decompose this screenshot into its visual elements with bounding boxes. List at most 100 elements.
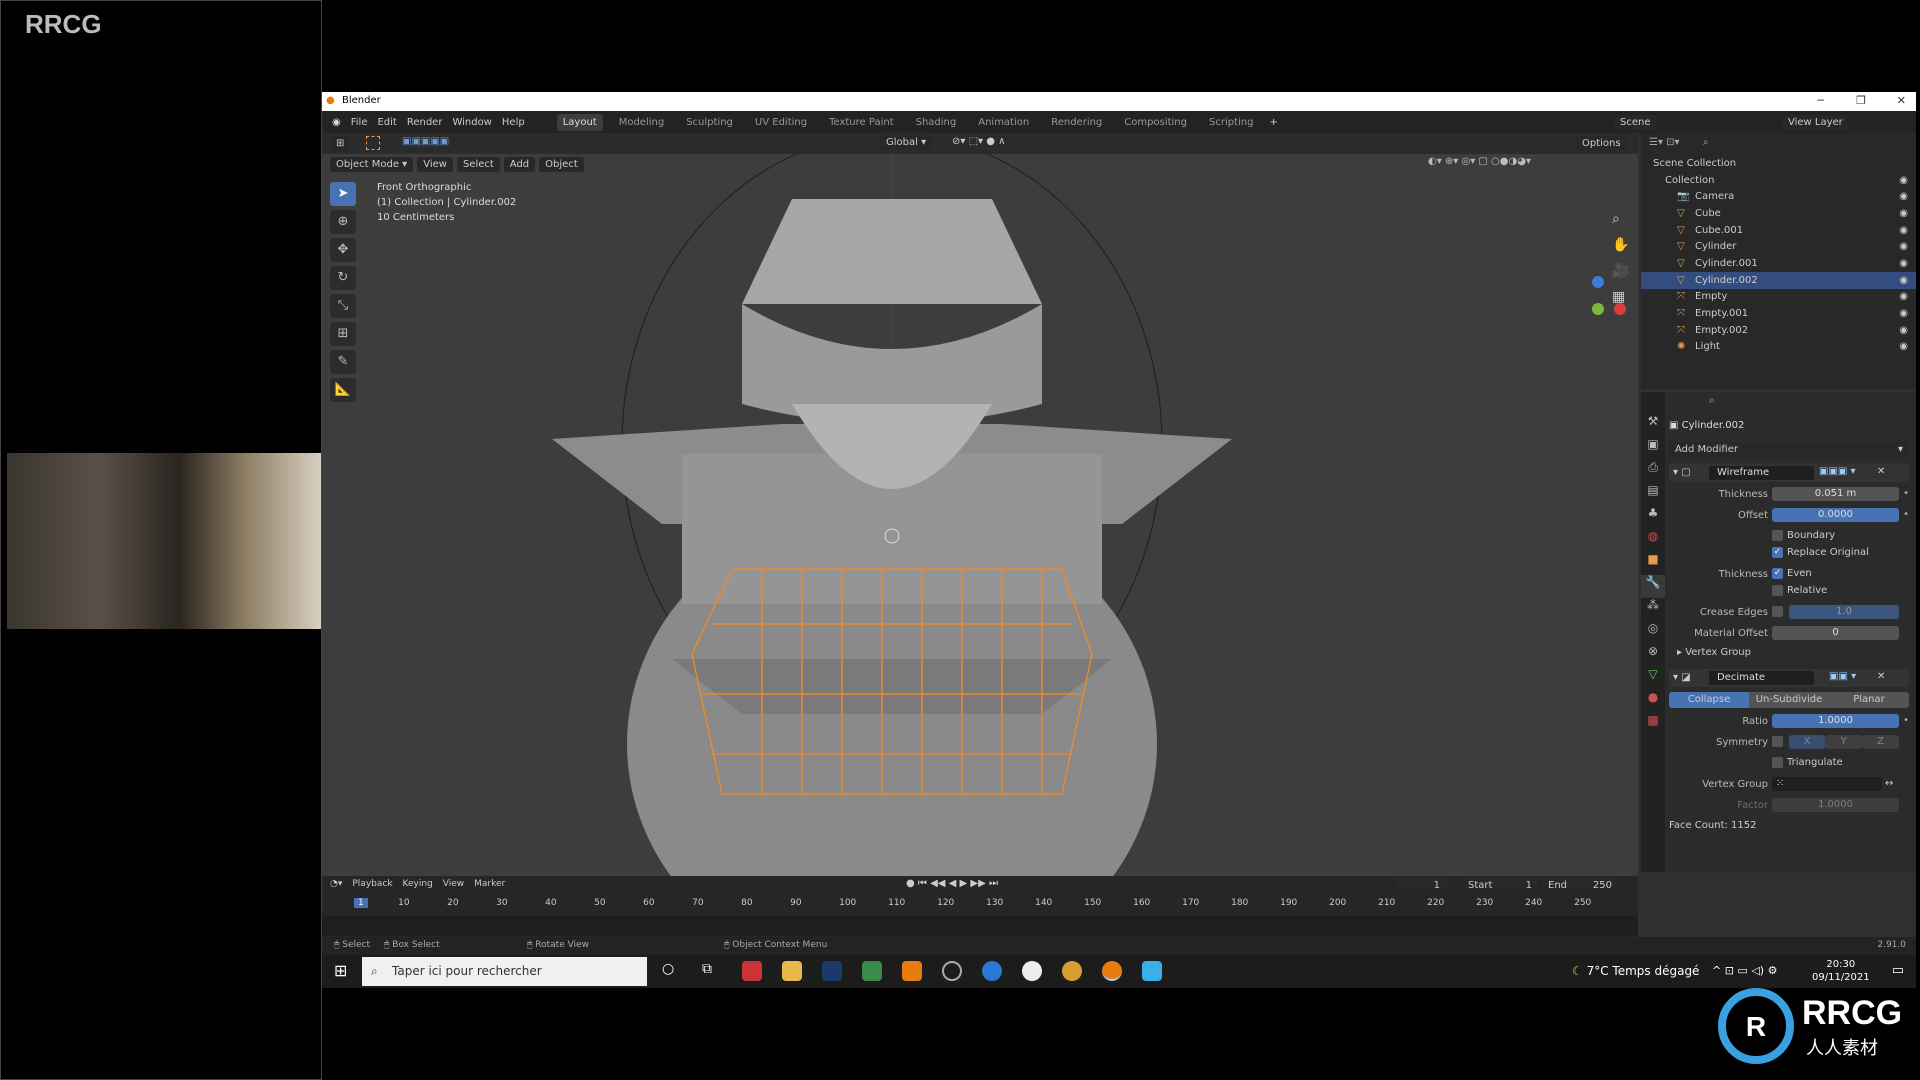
file-explorer-icon[interactable] — [782, 961, 802, 981]
relative-checkbox[interactable] — [1772, 585, 1783, 596]
outliner-item-light[interactable]: ✺ Light ◉ — [1641, 339, 1916, 356]
replace-original-checkbox[interactable]: ✓ — [1772, 547, 1783, 558]
boundary-checkbox[interactable] — [1772, 530, 1783, 541]
vertex-group-field[interactable]: ⁙ — [1772, 777, 1882, 791]
eye-icon[interactable]: ◉ — [1899, 291, 1908, 302]
app-icon-blue[interactable] — [1142, 961, 1162, 981]
outliner-item-empty-001[interactable]: ⤧ Empty.001 ◉ — [1641, 305, 1916, 322]
scene-selector[interactable]: Scene — [1614, 114, 1657, 130]
physics-tab-icon[interactable]: ◎ — [1641, 621, 1665, 644]
tab-layout[interactable]: Layout — [556, 113, 603, 131]
remove-modifier-icon[interactable]: ✕ — [1877, 671, 1885, 682]
menu-object[interactable]: Object — [539, 156, 584, 172]
eye-icon[interactable]: ◉ — [1899, 191, 1908, 202]
menu-view[interactable]: View — [417, 156, 453, 172]
outliner-item-cube[interactable]: ▽ Cube ◉ — [1641, 205, 1916, 222]
shading-mode-icons[interactable]: ◐▾ ⊕▾ ◎▾ ▢ ○●◑◕▾ — [1428, 156, 1531, 167]
material-tab-icon[interactable]: ● — [1641, 690, 1665, 713]
properties-search[interactable]: ⌕ — [1669, 392, 1914, 412]
transform-tool[interactable]: ⊞ — [330, 322, 356, 346]
eye-icon[interactable]: ◉ — [1899, 275, 1908, 286]
object-tab-icon[interactable]: ■ — [1641, 552, 1665, 575]
outliner-search-icon[interactable]: ⌕ — [1703, 137, 1709, 148]
photoshop-icon[interactable] — [822, 961, 842, 981]
maximize-button[interactable]: ❐ — [1856, 94, 1866, 107]
axis-y-button[interactable]: Y — [1825, 735, 1862, 749]
ortho-grid-icon[interactable]: ▦ — [1612, 284, 1629, 310]
collapse-arrow-icon[interactable]: ▾ ▢ — [1673, 467, 1691, 478]
frame-ruler[interactable]: 1 10 20 30 40 50 60 70 80 90 100 110 120 130 140 150 160… — [322, 896, 1638, 912]
edge-icon[interactable] — [982, 961, 1002, 981]
menu-keying[interactable]: Keying — [403, 879, 433, 889]
zoom-icon[interactable]: ⌕ — [1612, 206, 1629, 232]
annotate-tool[interactable]: ✎ — [330, 350, 356, 374]
app-icon[interactable] — [742, 961, 762, 981]
menu-window[interactable]: Window — [452, 117, 491, 128]
constraints-tab-icon[interactable]: ⊗ — [1641, 644, 1665, 667]
particles-tab-icon[interactable]: ⁂ — [1641, 598, 1665, 621]
eye-icon[interactable]: ◉ — [1899, 175, 1908, 186]
collapse-arrow-icon[interactable]: ▾ ◪ — [1673, 672, 1691, 683]
chrome-icon[interactable] — [1062, 961, 1082, 981]
eye-icon[interactable]: ◉ — [1899, 258, 1908, 269]
mode-dropdown[interactable]: Object Mode ▾ — [330, 156, 414, 172]
tab-compositing[interactable]: Compositing — [1118, 114, 1193, 131]
add-workspace-button[interactable]: + — [1269, 117, 1277, 128]
menu-add[interactable]: Add — [503, 156, 536, 172]
axis-x-button[interactable]: X — [1789, 735, 1825, 749]
system-tray-icons[interactable]: ^ ⊡ ▭ ◁) ⚙ — [1712, 964, 1777, 977]
vlc-icon[interactable] — [902, 961, 922, 981]
outliner-collection[interactable]: Collection ◉ — [1641, 172, 1916, 189]
clock[interactable]: 20:30 09/11/2021 — [1812, 958, 1870, 984]
tab-uv-editing[interactable]: UV Editing — [749, 114, 813, 131]
material-offset-field[interactable]: 0 — [1772, 626, 1899, 640]
outliner-item-cylinder-001[interactable]: ▽ Cylinder.001 ◉ — [1641, 255, 1916, 272]
pan-hand-icon[interactable]: ✋ — [1612, 232, 1629, 258]
menu-help[interactable]: Help — [502, 117, 525, 128]
vertex-group-subpanel[interactable]: ▸ Vertex Group — [1677, 647, 1920, 663]
tab-rendering[interactable]: Rendering — [1045, 114, 1108, 131]
output-tab-icon[interactable]: ⎙ — [1641, 460, 1665, 483]
options-dropdown[interactable]: Options — [1576, 136, 1627, 151]
timeline-editor-icon[interactable]: ◔▾ — [330, 879, 342, 889]
current-frame-field[interactable]: 1 — [1396, 878, 1446, 893]
blender-menu-icon[interactable]: ◉ — [332, 117, 341, 128]
tab-scripting[interactable]: Scripting — [1203, 114, 1259, 131]
end-frame-field[interactable]: End 250 — [1542, 878, 1618, 893]
add-modifier-dropdown[interactable]: Add Modifier ▾ — [1669, 442, 1909, 458]
measure-tool[interactable]: 📐 — [330, 378, 356, 402]
modifier-wrench-icon[interactable]: 🔧 — [1641, 575, 1665, 598]
data-tab-icon[interactable]: ▽ — [1641, 667, 1665, 690]
taskbar-search-input[interactable]: ⌕ Taper ici pour rechercher — [362, 957, 647, 986]
visibility-toggle-icons[interactable]: ▣▣▣ ▾ — [1819, 466, 1856, 477]
tab-shading[interactable]: Shading — [910, 114, 963, 131]
outliner-item-empty[interactable]: ⤧ Empty ◉ — [1641, 289, 1916, 306]
crease-edges-checkbox[interactable] — [1772, 606, 1783, 617]
outliner-item-camera[interactable]: 📷 Camera ◉ — [1641, 188, 1916, 205]
cortana-icon[interactable]: ○ — [662, 961, 682, 981]
outliner-item-cylinder-002[interactable]: ▽ Cylinder.002 ◉ — [1641, 271, 1916, 289]
outliner-item-cube-001[interactable]: ▽ Cube.001 ◉ — [1641, 222, 1916, 239]
select-tool-icon[interactable] — [366, 136, 380, 150]
texture-tab-icon[interactable]: ▩ — [1641, 713, 1665, 736]
symmetry-checkbox[interactable] — [1772, 736, 1783, 747]
3d-viewport[interactable]: Object Mode ▾ View Select Add Object ◐▾ … — [322, 154, 1638, 876]
blender-taskbar-icon[interactable] — [1102, 961, 1122, 981]
visibility-toggle-icons[interactable]: ▣▣ ▾ — [1829, 671, 1856, 682]
tool-tab-icon[interactable]: ⚒ — [1641, 414, 1665, 437]
app-icon-w[interactable] — [1022, 961, 1042, 981]
decimate-name-field[interactable]: Decimate — [1709, 671, 1814, 685]
close-button[interactable]: ✕ — [1897, 94, 1906, 107]
select-box-tool[interactable]: ➤ — [330, 182, 356, 206]
outliner-item-cylinder[interactable]: ▽ Cylinder ◉ — [1641, 238, 1916, 255]
eye-icon[interactable]: ◉ — [1899, 241, 1908, 252]
outliner-item-empty-002[interactable]: ⤧ Empty.002 ◉ — [1641, 322, 1916, 339]
editor-type-button[interactable]: ⊞ — [330, 136, 351, 151]
view-layer-tab-icon[interactable]: ▤ — [1641, 483, 1665, 506]
tab-animation[interactable]: Animation — [972, 114, 1035, 131]
world-tab-icon[interactable]: ◍ — [1641, 529, 1665, 552]
ratio-slider[interactable]: 1.0000 — [1772, 714, 1899, 728]
menu-marker[interactable]: Marker — [474, 879, 505, 889]
windows-start-icon[interactable]: ⊞ — [334, 961, 347, 980]
menu-edit[interactable]: Edit — [377, 117, 396, 128]
